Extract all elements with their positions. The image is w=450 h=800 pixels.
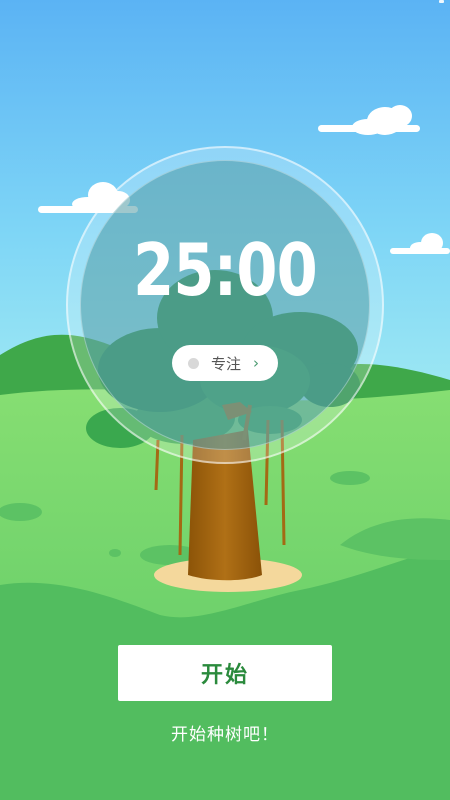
grass-patch	[109, 549, 121, 557]
dot-icon	[188, 357, 199, 369]
focus-mode-label: 专注	[211, 354, 242, 373]
chevron-right-icon: ›	[253, 354, 260, 372]
timer-display: 25:00	[133, 228, 318, 312]
grass-patch	[330, 471, 370, 485]
focus-mode-selector[interactable]: 专注 ›	[172, 345, 278, 381]
start-button[interactable]: 开始	[118, 645, 332, 701]
grass-patch	[0, 503, 42, 521]
status-mark	[439, 0, 444, 3]
hint-text: 开始种树吧！	[171, 725, 279, 745]
